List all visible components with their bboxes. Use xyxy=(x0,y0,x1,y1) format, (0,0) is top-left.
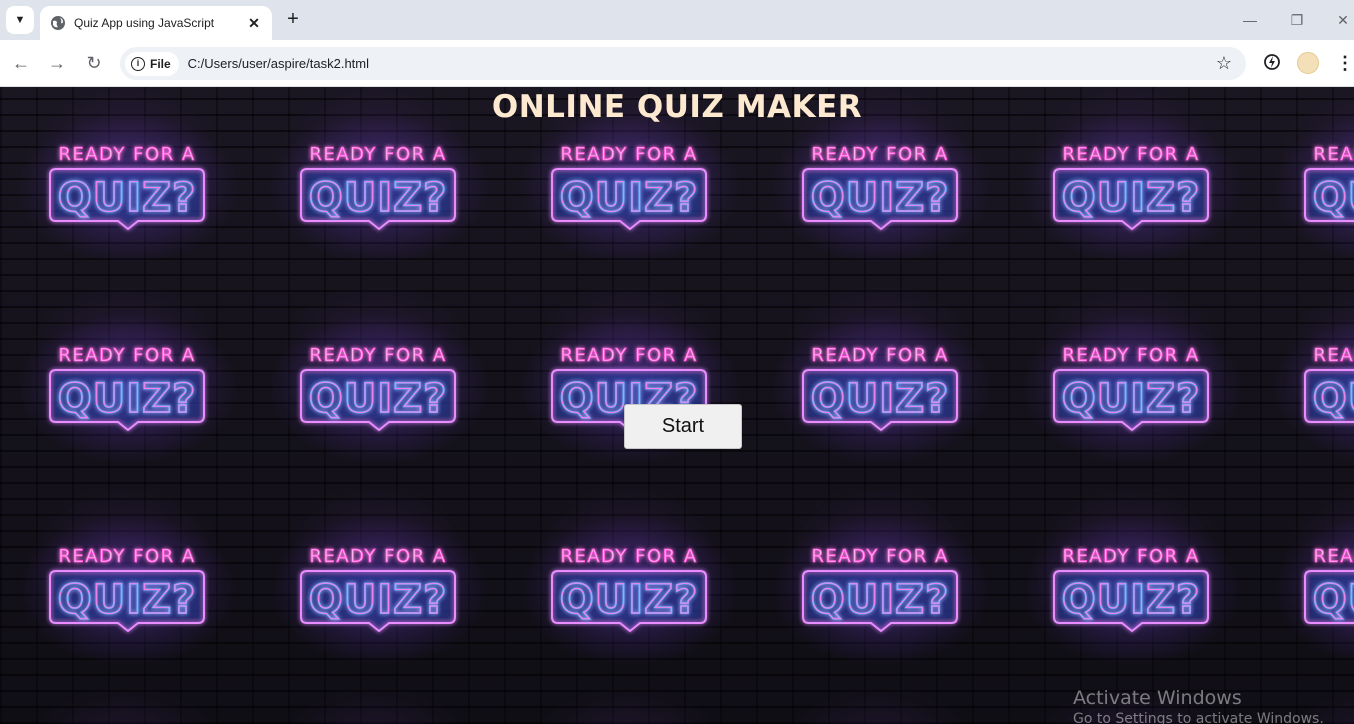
neon-line1: READY FOR A xyxy=(1313,144,1354,165)
activate-windows-watermark: Activate Windows Go to Settings to activ… xyxy=(1073,687,1324,724)
neon-sign: READY FOR AQUIZ?QUIZ? xyxy=(1022,314,1242,464)
neon-sign: READY FOR AQUIZ?QUIZ? xyxy=(18,113,238,263)
chevron-down-icon: ▼ xyxy=(14,14,26,26)
neon-line1: READY FOR A xyxy=(58,546,195,567)
neon-line1: READY FOR A xyxy=(1062,345,1199,366)
site-chip-label: File xyxy=(150,56,171,71)
watermark-line1: Activate Windows xyxy=(1073,687,1242,709)
reload-icon[interactable]: ↻ xyxy=(83,52,105,74)
minimize-icon[interactable]: — xyxy=(1240,10,1260,30)
url-text[interactable]: C:/Users/user/aspire/task2.html xyxy=(188,56,369,71)
watermark-line2: Go to Settings to activate Windows. xyxy=(1073,711,1324,724)
new-tab-button[interactable]: + xyxy=(282,8,304,30)
neon-line2-inner: QUIZ? xyxy=(811,577,950,623)
neon-line2-inner: QUIZ? xyxy=(811,175,950,221)
neon-line2-inner: QUIZ? xyxy=(1313,175,1354,221)
neon-sign: READY FOR AQUIZ?QUIZ? xyxy=(269,113,489,263)
quiz-page: READY FOR A QUIZ? QUIZ? READY FOR A QUIZ? QUI… xyxy=(0,87,1354,724)
neon-line2-inner: QUIZ? xyxy=(811,376,950,422)
tab-bar: ▼ Quiz App using JavaScript ✕ + — ❐ ✕ xyxy=(0,0,1354,40)
neon-sign: READY FOR AQUIZ?QUIZ? xyxy=(520,515,740,665)
neon-sign: READY FOR AQUIZ?QUIZ? xyxy=(771,314,991,464)
bookmark-star-icon[interactable]: ☆ xyxy=(1216,53,1232,74)
neon-sign: READY FOR AQUIZ?QUIZ? xyxy=(18,314,238,464)
neon-sign: READY FOR AQUIZ?QUIZ? xyxy=(1273,115,1354,261)
address-bar[interactable]: i File C:/Users/user/aspire/task2.html ☆ xyxy=(120,47,1246,80)
neon-sign: READY FOR AQUIZ?QUIZ? xyxy=(269,314,489,464)
tab-title: Quiz App using JavaScript xyxy=(74,16,215,30)
neon-line1: READY FOR A xyxy=(309,546,446,567)
neon-line2-inner: QUIZ? xyxy=(1313,577,1354,623)
neon-line2-inner: QUIZ? xyxy=(309,376,448,422)
neon-line2-inner: QUIZ? xyxy=(560,175,699,221)
neon-sign: READY FOR AQUIZ?QUIZ? xyxy=(1273,316,1354,462)
neon-line1: READY FOR A xyxy=(560,345,697,366)
neon-sign: READY FOR AQUIZ?QUIZ? xyxy=(520,113,740,263)
neon-line1: READY FOR A xyxy=(560,546,697,567)
neon-line2-inner: QUIZ? xyxy=(58,175,197,221)
neon-line2-inner: QUIZ? xyxy=(560,577,699,623)
neon-line1: READY FOR A xyxy=(811,144,948,165)
neon-line2-inner: QUIZ? xyxy=(1062,577,1201,623)
neon-line1: READY FOR A xyxy=(1313,345,1354,366)
neon-line1: READY FOR A xyxy=(1062,546,1199,567)
restore-icon[interactable]: ❐ xyxy=(1287,10,1307,30)
extension-icon[interactable] xyxy=(1262,52,1282,72)
tab-close-icon[interactable]: ✕ xyxy=(246,15,262,32)
profile-avatar[interactable] xyxy=(1297,52,1319,74)
neon-line1: READY FOR A xyxy=(309,345,446,366)
site-info-chip[interactable]: i File xyxy=(125,51,179,76)
globe-icon xyxy=(51,16,65,30)
neon-line1: READY FOR A xyxy=(560,144,697,165)
neon-line1: READY FOR A xyxy=(811,546,948,567)
neon-sign: READY FOR AQUIZ?QUIZ? xyxy=(771,515,991,665)
neon-line2-inner: QUIZ? xyxy=(1062,376,1201,422)
neon-sign: READY FOR AQUIZ?QUIZ? xyxy=(18,515,238,665)
neon-sign: READY FOR AQUIZ?QUIZ? xyxy=(1022,113,1242,263)
neon-line2-inner: QUIZ? xyxy=(58,577,197,623)
neon-line1: READY FOR A xyxy=(309,144,446,165)
tab-search-button[interactable]: ▼ xyxy=(6,6,34,34)
start-button[interactable]: Start xyxy=(624,404,742,449)
neon-sign: READY FOR AQUIZ?QUIZ? xyxy=(269,515,489,665)
neon-sign: READY FOR AQUIZ?QUIZ? xyxy=(1273,517,1354,663)
info-icon: i xyxy=(131,56,145,71)
neon-sign: READY FOR AQUIZ?QUIZ? xyxy=(771,113,991,263)
more-menu-icon[interactable]: ⋮ xyxy=(1336,52,1354,74)
neon-line1: READY FOR A xyxy=(58,144,195,165)
neon-line1: READY FOR A xyxy=(1062,144,1199,165)
neon-line1: READY FOR A xyxy=(811,345,948,366)
neon-line2-inner: QUIZ? xyxy=(309,175,448,221)
page-title: ONLINE QUIZ MAKER xyxy=(491,89,863,125)
neon-line2-inner: QUIZ? xyxy=(58,376,197,422)
neon-line1: READY FOR A xyxy=(1313,546,1354,567)
neon-line2-inner: QUIZ? xyxy=(309,577,448,623)
neon-sign: READY FOR AQUIZ?QUIZ? xyxy=(1022,515,1242,665)
neon-line2-inner: QUIZ? xyxy=(1313,376,1354,422)
browser-tab[interactable]: Quiz App using JavaScript ✕ xyxy=(40,6,272,40)
window-close-icon[interactable]: ✕ xyxy=(1333,10,1353,30)
neon-line1: READY FOR A xyxy=(58,345,195,366)
forward-arrow-icon[interactable]: → xyxy=(46,52,68,74)
browser-toolbar: ← → ↻ i File C:/Users/user/aspire/task2.… xyxy=(0,40,1354,87)
neon-line2-inner: QUIZ? xyxy=(1062,175,1201,221)
back-arrow-icon[interactable]: ← xyxy=(10,52,32,74)
